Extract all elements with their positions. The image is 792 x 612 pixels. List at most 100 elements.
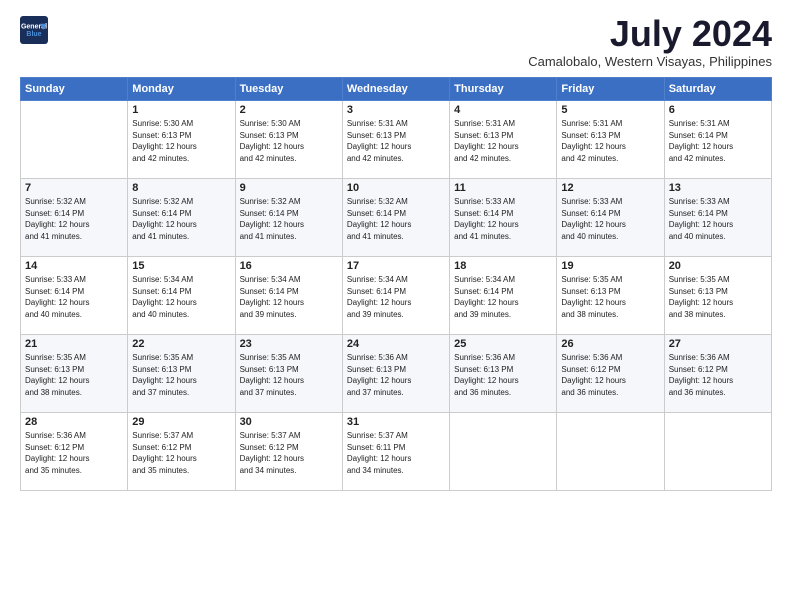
day-number: 19 [561,260,659,272]
day-cell: 1 Sunrise: 5:30 AM Sunset: 6:13 PM Daylig… [128,101,235,179]
day-number: 1 [132,104,230,116]
day-cell: 21Sunrise: 5:35 AM Sunset: 6:13 PM Dayli… [21,335,128,413]
day-info: Sunrise: 5:37 AM Sunset: 6:12 PM Dayligh… [240,430,338,476]
day-cell: 2 Sunrise: 5:30 AM Sunset: 6:13 PM Daylig… [235,101,342,179]
day-number: 31 [347,416,445,428]
day-number: 12 [561,182,659,194]
day-info: Sunrise: 5:37 AM Sunset: 6:11 PM Dayligh… [347,430,445,476]
day-cell: 5Sunrise: 5:31 AM Sunset: 6:13 PM Daylig… [557,101,664,179]
day-number: 2 [240,104,338,116]
day-cell: 30 Sunrise: 5:37 AM Sunset: 6:12 PM Dayli… [235,413,342,491]
day-info: Sunrise: 5:32 AM Sunset: 6:14 PM Dayligh… [347,196,445,242]
col-wednesday: Wednesday [342,78,449,101]
day-info: Sunrise: 5:35 AM Sunset: 6:13 PM Dayligh… [240,352,338,398]
day-number: 17 [347,260,445,272]
day-cell [557,413,664,491]
week-row-5: 28 Sunrise: 5:36 AM Sunset: 6:12 PM Dayli… [21,413,772,491]
day-cell [664,413,771,491]
day-info: Sunrise: 5:32 AM Sunset: 6:14 PM Dayligh… [240,196,338,242]
day-info: Sunrise: 5:31 AM Sunset: 6:14 PM Dayligh… [669,118,767,164]
day-number: 20 [669,260,767,272]
day-info: Sunrise: 5:36 AM Sunset: 6:13 PM Dayligh… [347,352,445,398]
day-info: Sunrise: 5:32 AM Sunset: 6:14 PM Dayligh… [25,196,123,242]
day-info: Sunrise: 5:36 AM Sunset: 6:12 PM Dayligh… [561,352,659,398]
day-info: Sunrise: 5:37 AM Sunset: 6:12 PM Dayligh… [132,430,230,476]
day-cell: 3 Sunrise: 5:31 AM Sunset: 6:13 PM Daylig… [342,101,449,179]
calendar-table: Sunday Monday Tuesday Wednesday Thursday… [20,77,772,491]
day-cell: 24 Sunrise: 5:36 AM Sunset: 6:13 PM Dayli… [342,335,449,413]
day-info: Sunrise: 5:31 AM Sunset: 6:13 PM Dayligh… [454,118,552,164]
day-info: Sunrise: 5:36 AM Sunset: 6:13 PM Dayligh… [454,352,552,398]
day-info: Sunrise: 5:34 AM Sunset: 6:14 PM Dayligh… [347,274,445,320]
day-cell: 20Sunrise: 5:35 AM Sunset: 6:13 PM Dayli… [664,257,771,335]
month-title: July 2024 [528,16,772,52]
day-number: 8 [132,182,230,194]
week-row-2: 7 Sunrise: 5:32 AM Sunset: 6:14 PM Daylig… [21,179,772,257]
day-number: 22 [132,338,230,350]
col-monday: Monday [128,78,235,101]
day-cell: 29Sunrise: 5:37 AM Sunset: 6:12 PM Dayli… [128,413,235,491]
day-info: Sunrise: 5:31 AM Sunset: 6:13 PM Dayligh… [347,118,445,164]
week-row-3: 14 Sunrise: 5:33 AM Sunset: 6:14 PM Dayli… [21,257,772,335]
col-thursday: Thursday [450,78,557,101]
day-number: 24 [347,338,445,350]
col-tuesday: Tuesday [235,78,342,101]
day-cell: 8 Sunrise: 5:32 AM Sunset: 6:14 PM Daylig… [128,179,235,257]
day-info: Sunrise: 5:35 AM Sunset: 6:13 PM Dayligh… [132,352,230,398]
day-number: 16 [240,260,338,272]
title-block: July 2024 Camalobalo, Western Visayas, P… [528,16,772,69]
day-cell: 9Sunrise: 5:32 AM Sunset: 6:14 PM Daylig… [235,179,342,257]
header-row: Sunday Monday Tuesday Wednesday Thursday… [21,78,772,101]
day-cell [21,101,128,179]
week-row-1: 1 Sunrise: 5:30 AM Sunset: 6:13 PM Daylig… [21,101,772,179]
day-info: Sunrise: 5:35 AM Sunset: 6:13 PM Dayligh… [25,352,123,398]
day-cell: 28 Sunrise: 5:36 AM Sunset: 6:12 PM Dayli… [21,413,128,491]
day-number: 5 [561,104,659,116]
day-info: Sunrise: 5:33 AM Sunset: 6:14 PM Dayligh… [561,196,659,242]
day-info: Sunrise: 5:30 AM Sunset: 6:13 PM Dayligh… [240,118,338,164]
day-info: Sunrise: 5:34 AM Sunset: 6:14 PM Dayligh… [454,274,552,320]
day-number: 7 [25,182,123,194]
day-number: 30 [240,416,338,428]
day-number: 3 [347,104,445,116]
day-number: 13 [669,182,767,194]
day-info: Sunrise: 5:34 AM Sunset: 6:14 PM Dayligh… [240,274,338,320]
day-cell: 7 Sunrise: 5:32 AM Sunset: 6:14 PM Daylig… [21,179,128,257]
day-cell: 17 Sunrise: 5:34 AM Sunset: 6:14 PM Dayli… [342,257,449,335]
logo-icon: General Blue [20,16,48,44]
day-info: Sunrise: 5:35 AM Sunset: 6:13 PM Dayligh… [561,274,659,320]
day-number: 6 [669,104,767,116]
day-info: Sunrise: 5:32 AM Sunset: 6:14 PM Dayligh… [132,196,230,242]
day-number: 28 [25,416,123,428]
day-cell: 14 Sunrise: 5:33 AM Sunset: 6:14 PM Dayli… [21,257,128,335]
day-cell: 19 Sunrise: 5:35 AM Sunset: 6:13 PM Dayli… [557,257,664,335]
day-info: Sunrise: 5:36 AM Sunset: 6:12 PM Dayligh… [25,430,123,476]
day-cell: 26Sunrise: 5:36 AM Sunset: 6:12 PM Dayli… [557,335,664,413]
day-cell: 13 Sunrise: 5:33 AM Sunset: 6:14 PM Dayli… [664,179,771,257]
day-cell: 22 Sunrise: 5:35 AM Sunset: 6:13 PM Dayli… [128,335,235,413]
day-number: 14 [25,260,123,272]
day-cell: 6 Sunrise: 5:31 AM Sunset: 6:14 PM Daylig… [664,101,771,179]
day-number: 23 [240,338,338,350]
day-number: 15 [132,260,230,272]
day-cell: 10Sunrise: 5:32 AM Sunset: 6:14 PM Dayli… [342,179,449,257]
day-cell: 4Sunrise: 5:31 AM Sunset: 6:13 PM Daylig… [450,101,557,179]
day-info: Sunrise: 5:33 AM Sunset: 6:14 PM Dayligh… [669,196,767,242]
day-info: Sunrise: 5:33 AM Sunset: 6:14 PM Dayligh… [25,274,123,320]
day-cell: 11Sunrise: 5:33 AM Sunset: 6:14 PM Dayli… [450,179,557,257]
logo: General Blue [20,16,48,44]
day-number: 18 [454,260,552,272]
day-info: Sunrise: 5:30 AM Sunset: 6:13 PM Dayligh… [132,118,230,164]
day-info: Sunrise: 5:33 AM Sunset: 6:14 PM Dayligh… [454,196,552,242]
day-number: 25 [454,338,552,350]
col-friday: Friday [557,78,664,101]
day-cell: 23 Sunrise: 5:35 AM Sunset: 6:13 PM Dayli… [235,335,342,413]
day-cell: 27Sunrise: 5:36 AM Sunset: 6:12 PM Dayli… [664,335,771,413]
day-cell: 31 Sunrise: 5:37 AM Sunset: 6:11 PM Dayli… [342,413,449,491]
day-cell [450,413,557,491]
calendar-page: General Blue July 2024 Camalobalo, Weste… [0,0,792,612]
page-header: General Blue July 2024 Camalobalo, Weste… [20,16,772,69]
day-cell: 25 Sunrise: 5:36 AM Sunset: 6:13 PM Dayli… [450,335,557,413]
day-cell: 18 Sunrise: 5:34 AM Sunset: 6:14 PM Dayli… [450,257,557,335]
day-number: 27 [669,338,767,350]
